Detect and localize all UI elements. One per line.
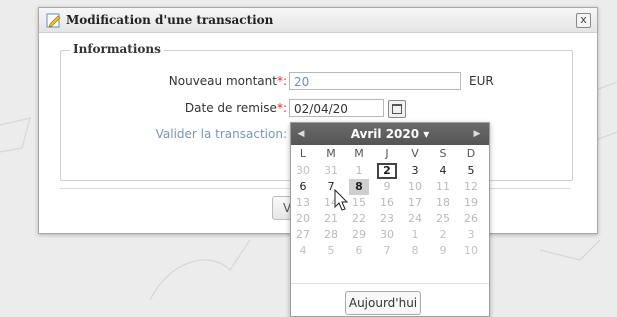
dialog-titlebar: Modification d'une transaction x bbox=[39, 8, 597, 33]
day-cell[interactable]: 21 bbox=[321, 211, 341, 227]
day-cell[interactable]: 30 bbox=[293, 163, 313, 179]
prev-month-button[interactable]: ◀ bbox=[294, 127, 308, 141]
day-cell[interactable]: 23 bbox=[377, 211, 397, 227]
datepicker-popup: ◀ Avril 2020 ▾ ▶ L M M J V S D 30 31 1 2 3 4 5… bbox=[290, 122, 490, 317]
day-cell[interactable]: 9 bbox=[377, 179, 397, 195]
day-cell[interactable]: 18 bbox=[433, 195, 453, 211]
datepicker-header: ◀ Avril 2020 ▾ ▶ bbox=[291, 123, 489, 145]
day-cell[interactable]: 3 bbox=[461, 227, 481, 243]
day-cell[interactable]: 5 bbox=[321, 243, 341, 259]
day-cell[interactable]: 2 bbox=[433, 227, 453, 243]
day-cell[interactable]: 31 bbox=[321, 163, 341, 179]
day-cell[interactable]: 8 bbox=[349, 179, 369, 195]
weekday-row: L M M J V S D bbox=[291, 147, 489, 163]
day-cell[interactable]: 25 bbox=[433, 211, 453, 227]
day-cell[interactable]: 16 bbox=[377, 195, 397, 211]
validate-label: Valider la transaction: bbox=[155, 127, 287, 141]
datepicker-divider bbox=[291, 283, 489, 284]
day-cell[interactable]: 22 bbox=[349, 211, 369, 227]
day-cell[interactable]: 10 bbox=[405, 179, 425, 195]
calendar-button[interactable] bbox=[388, 100, 406, 118]
day-cell[interactable]: 20 bbox=[293, 211, 313, 227]
amount-label: Nouveau montant*: bbox=[168, 74, 287, 88]
weekday-label: V bbox=[411, 147, 419, 160]
date-input[interactable]: 02/04/20 bbox=[289, 99, 384, 117]
day-cell[interactable]: 27 bbox=[293, 227, 313, 243]
day-cell[interactable]: 13 bbox=[293, 195, 313, 211]
mouse-pointer-icon bbox=[334, 189, 349, 211]
weekday-label: J bbox=[385, 147, 389, 160]
day-cell[interactable]: 28 bbox=[321, 227, 341, 243]
day-cell[interactable]: 1 bbox=[349, 163, 369, 179]
weekday-label: S bbox=[439, 147, 447, 160]
day-cell[interactable]: 29 bbox=[349, 227, 369, 243]
section-legend: Informations bbox=[70, 42, 164, 56]
today-button[interactable]: Aujourd'hui bbox=[345, 291, 421, 315]
amount-input[interactable]: 20 bbox=[289, 72, 461, 90]
day-cell[interactable]: 1 bbox=[405, 227, 425, 243]
day-cell[interactable]: 26 bbox=[461, 211, 481, 227]
dialog-title: Modification d'une transaction bbox=[66, 13, 274, 27]
day-cell[interactable]: 4 bbox=[293, 243, 313, 259]
day-cell[interactable]: 17 bbox=[405, 195, 425, 211]
day-cell[interactable]: 24 bbox=[405, 211, 425, 227]
day-cell[interactable]: 6 bbox=[349, 243, 369, 259]
day-cell[interactable]: 10 bbox=[461, 243, 481, 259]
day-cell[interactable]: 30 bbox=[377, 227, 397, 243]
next-month-button[interactable]: ▶ bbox=[470, 127, 484, 141]
day-cell[interactable]: 2 bbox=[377, 163, 397, 179]
weekday-label: D bbox=[466, 147, 476, 160]
currency-label: EUR bbox=[469, 74, 494, 88]
day-cell[interactable]: 7 bbox=[377, 243, 397, 259]
weekday-label: M bbox=[326, 147, 336, 160]
date-label: Date de remise*: bbox=[184, 101, 287, 115]
day-cell[interactable]: 9 bbox=[433, 243, 453, 259]
day-cell[interactable]: 12 bbox=[461, 179, 481, 195]
day-cell[interactable]: 5 bbox=[461, 163, 481, 179]
day-cell[interactable]: 8 bbox=[405, 243, 425, 259]
calendar-icon bbox=[392, 104, 402, 114]
month-selector[interactable]: Avril 2020 ▾ bbox=[335, 126, 445, 142]
weekday-label: M bbox=[354, 147, 364, 160]
edit-icon bbox=[46, 13, 61, 28]
close-button[interactable]: x bbox=[576, 13, 591, 28]
day-cell[interactable]: 19 bbox=[461, 195, 481, 211]
day-cell[interactable]: 11 bbox=[433, 179, 453, 195]
day-cell[interactable]: 4 bbox=[433, 163, 453, 179]
day-cell[interactable]: 15 bbox=[349, 195, 369, 211]
weekday-label: L bbox=[299, 147, 307, 160]
day-cell[interactable]: 6 bbox=[293, 179, 313, 195]
day-cell[interactable]: 3 bbox=[405, 163, 425, 179]
